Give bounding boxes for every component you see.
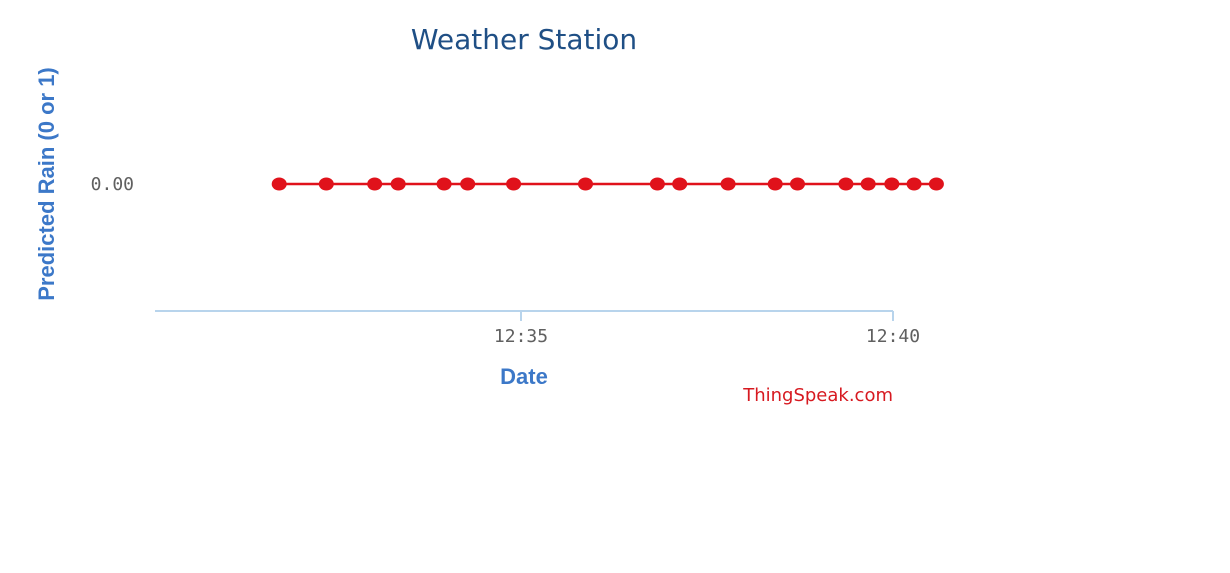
- chart-title: Weather Station: [411, 23, 637, 56]
- data-point[interactable]: [838, 177, 854, 191]
- credit-link[interactable]: ThingSpeak.com: [742, 385, 893, 406]
- y-axis-title: Predicted Rain (0 or 1): [34, 67, 59, 301]
- chart: Weather Station Predicted Rain (0 or 1) …: [34, 23, 944, 406]
- data-point[interactable]: [672, 177, 688, 191]
- data-point[interactable]: [649, 177, 665, 191]
- x-tick-label: 12:40: [866, 326, 920, 347]
- data-point[interactable]: [790, 177, 805, 191]
- data-point[interactable]: [928, 177, 944, 191]
- data-point[interactable]: [906, 177, 922, 191]
- data-point[interactable]: [767, 177, 783, 191]
- data-point[interactable]: [318, 177, 334, 191]
- series-layer: [271, 177, 944, 191]
- data-point[interactable]: [884, 177, 900, 191]
- data-point[interactable]: [460, 177, 476, 191]
- data-point[interactable]: [860, 177, 876, 191]
- data-point[interactable]: [578, 177, 593, 191]
- x-axis-title: Date: [500, 364, 548, 389]
- data-point[interactable]: [720, 177, 736, 191]
- data-point[interactable]: [390, 177, 406, 191]
- data-point[interactable]: [367, 177, 383, 191]
- y-tick-label: 0.00: [91, 174, 134, 195]
- x-tick-label: 12:35: [494, 326, 548, 347]
- data-point[interactable]: [506, 177, 522, 191]
- data-point[interactable]: [271, 177, 287, 191]
- data-point[interactable]: [436, 177, 452, 191]
